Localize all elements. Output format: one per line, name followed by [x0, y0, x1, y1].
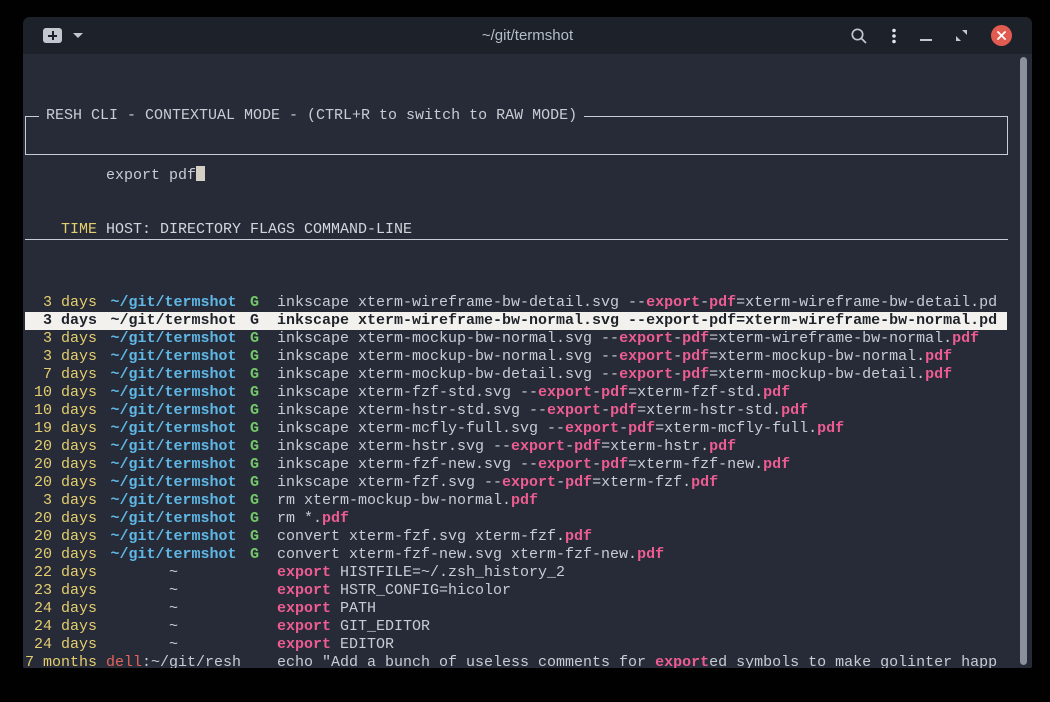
- search-box[interactable]: RESH CLI - CONTEXTUAL MODE - (CTRL+R to …: [25, 116, 1008, 155]
- host-directory: ~/git/termshot: [106, 456, 241, 474]
- host-directory: dell:~/git/resh: [106, 654, 241, 668]
- restore-icon[interactable]: [955, 29, 968, 42]
- command-line: inkscape xterm-hstr-std.svg --export-pdf…: [277, 402, 1007, 420]
- header-host-directory: HOST: DIRECTORY: [106, 221, 241, 239]
- host-directory: ~/git/termshot: [106, 492, 241, 510]
- search-input[interactable]: export pdf: [106, 167, 196, 184]
- search-icon[interactable]: [850, 27, 868, 45]
- close-icon[interactable]: [991, 25, 1012, 46]
- menu-kebab-icon[interactable]: [891, 27, 897, 45]
- command-line: inkscape xterm-hstr.svg --export-pdf=xte…: [277, 438, 1007, 456]
- history-row[interactable]: 10 days~/git/termshotGinkscape xterm-hst…: [25, 402, 1007, 420]
- history-row[interactable]: 20 days~/git/termshotGinkscape xterm-hst…: [25, 438, 1007, 456]
- command-line: inkscape xterm-wireframe-bw-detail.svg -…: [277, 294, 1007, 312]
- host-directory: ~/git/termshot: [106, 348, 241, 366]
- terminal-screen: RESH CLI - CONTEXTUAL MODE - (CTRL+R to …: [23, 54, 1032, 668]
- command-line: inkscape xterm-mockup-bw-normal.svg --ex…: [277, 330, 1007, 348]
- table-header: TIME HOST: DIRECTORY FLAGS COMMAND-LINE: [25, 221, 1008, 240]
- command-line: inkscape xterm-fzf-std.svg --export-pdf=…: [277, 384, 1007, 402]
- command-line: inkscape xterm-fzf.svg --export-pdf=xter…: [277, 474, 1007, 492]
- host-directory: ~/git/termshot: [106, 366, 241, 384]
- history-row[interactable]: 3 days~/git/termshotGinkscape xterm-wire…: [25, 294, 1007, 312]
- history-row-selected[interactable]: 3 days~/git/termshotGinkscape xterm-wire…: [25, 312, 1007, 330]
- header-flags-command: FLAGS COMMAND-LINE: [250, 221, 412, 239]
- history-row[interactable]: 20 days~/git/termshotGconvert xterm-fzf-…: [25, 546, 1007, 564]
- host-directory: ~: [106, 564, 241, 582]
- command-line: inkscape xterm-mockup-bw-normal.svg --ex…: [277, 348, 1007, 366]
- command-line: echo "Add a bunch of useless comments fo…: [277, 654, 1007, 668]
- minimize-icon[interactable]: [920, 39, 932, 41]
- host-directory: ~/git/termshot: [106, 294, 241, 312]
- host-directory: ~: [106, 600, 241, 618]
- text-cursor: [196, 166, 205, 181]
- history-row[interactable]: 23 days~export HSTR_CONFIG=hicolor: [25, 582, 1007, 600]
- titlebar: ~/git/termshot: [23, 17, 1032, 54]
- host-directory: ~/git/termshot: [106, 420, 241, 438]
- command-line: export PATH: [277, 600, 1007, 618]
- history-row[interactable]: 10 days~/git/termshotGinkscape xterm-fzf…: [25, 384, 1007, 402]
- host-directory: ~/git/termshot: [106, 474, 241, 492]
- host-directory: ~/git/termshot: [106, 402, 241, 420]
- host-directory: ~: [106, 636, 241, 654]
- history-row[interactable]: 20 days~/git/termshotGinkscape xterm-fzf…: [25, 456, 1007, 474]
- new-tab-icon[interactable]: [43, 28, 62, 43]
- history-row[interactable]: 7 monthsdell:~/git/reshecho "Add a bunch…: [25, 654, 1007, 668]
- host-directory: ~/git/termshot: [106, 546, 241, 564]
- command-line: inkscape xterm-fzf-new.svg --export-pdf=…: [277, 456, 1007, 474]
- terminal-window: ~/git/termshot: [23, 17, 1032, 668]
- command-line: export HSTR_CONFIG=hicolor: [277, 582, 1007, 600]
- host-directory: ~/git/termshot: [106, 528, 241, 546]
- history-row[interactable]: 3 days~/git/termshotGinkscape xterm-mock…: [25, 330, 1007, 348]
- history-row[interactable]: 19 days~/git/termshotGinkscape xterm-mcf…: [25, 420, 1007, 438]
- history-row[interactable]: 24 days~export PATH: [25, 600, 1007, 618]
- search-box-title: RESH CLI - CONTEXTUAL MODE - (CTRL+R to …: [39, 107, 584, 125]
- history-row[interactable]: 20 days~/git/termshotGrm *.pdf: [25, 510, 1007, 528]
- history-row[interactable]: 24 days~export GIT_EDITOR: [25, 618, 1007, 636]
- scrollbar[interactable]: [1020, 57, 1027, 665]
- history-row[interactable]: 7 days~/git/termshotGinkscape xterm-mock…: [25, 366, 1007, 384]
- command-line: inkscape xterm-mcfly-full.svg --export-p…: [277, 420, 1007, 438]
- command-line: convert xterm-fzf-new.svg xterm-fzf-new.…: [277, 546, 1007, 564]
- history-row[interactable]: 20 days~/git/termshotGconvert xterm-fzf.…: [25, 528, 1007, 546]
- host-directory: ~: [106, 618, 241, 636]
- history-row[interactable]: 3 days~/git/termshotGrm xterm-mockup-bw-…: [25, 492, 1007, 510]
- command-line: inkscape xterm-wireframe-bw-normal.svg -…: [277, 312, 1007, 330]
- history-row[interactable]: 24 days~export EDITOR: [25, 636, 1007, 654]
- history-rows: 3 days~/git/termshotGinkscape xterm-wire…: [25, 294, 1032, 668]
- command-line: export GIT_EDITOR: [277, 618, 1007, 636]
- host-directory: ~: [106, 582, 241, 600]
- tab-list-caret-icon[interactable]: [73, 33, 83, 38]
- history-row[interactable]: 3 days~/git/termshotGinkscape xterm-mock…: [25, 348, 1007, 366]
- command-line: convert xterm-fzf.svg xterm-fzf.pdf: [277, 528, 1007, 546]
- host-directory: ~/git/termshot: [106, 438, 241, 456]
- header-time: TIME: [25, 221, 97, 239]
- history-row[interactable]: 20 days~/git/termshotGinkscape xterm-fzf…: [25, 474, 1007, 492]
- command-line: inkscape xterm-mockup-bw-detail.svg --ex…: [277, 366, 1007, 384]
- command-line: rm *.pdf: [277, 510, 1007, 528]
- host-directory: ~/git/termshot: [106, 312, 241, 330]
- host-directory: ~/git/termshot: [106, 384, 241, 402]
- command-line: export EDITOR: [277, 636, 1007, 654]
- command-line: rm xterm-mockup-bw-normal.pdf: [277, 492, 1007, 510]
- history-row[interactable]: 22 days~export HISTFILE=~/.zsh_history_2: [25, 564, 1007, 582]
- command-line: export HISTFILE=~/.zsh_history_2: [277, 564, 1007, 582]
- host-directory: ~/git/termshot: [106, 510, 241, 528]
- host-directory: ~/git/termshot: [106, 330, 241, 348]
